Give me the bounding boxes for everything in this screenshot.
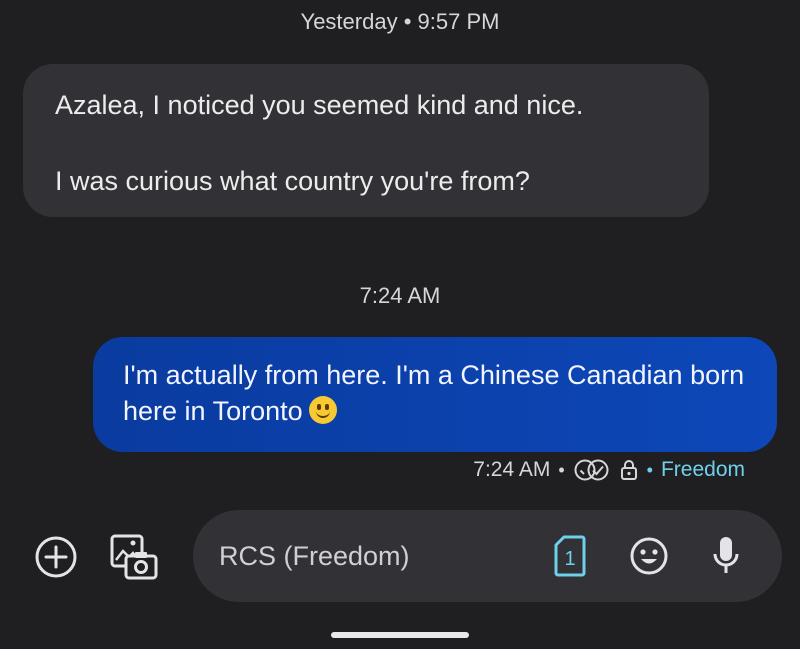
slightly-smiling-face-emoji-icon bbox=[308, 396, 337, 424]
status-separator: • bbox=[558, 459, 565, 480]
outgoing-message-text: I'm actually from here. I'm a Chinese Ca… bbox=[123, 360, 745, 426]
status-time: 7:24 AM bbox=[473, 458, 551, 481]
double-check-circle-icon bbox=[573, 458, 611, 482]
carrier-separator: • bbox=[646, 459, 653, 480]
home-indicator[interactable] bbox=[331, 632, 469, 638]
incoming-message-line-2: I was curious what country you're from? bbox=[55, 166, 530, 196]
message-status-line: 7:24 AM • • Freedom bbox=[473, 456, 745, 484]
emoji-icon[interactable] bbox=[629, 536, 669, 576]
conversation-screen: Yesterday • 9:57 PM Azalea, I noticed yo… bbox=[0, 0, 800, 649]
microphone-icon[interactable] bbox=[711, 534, 741, 578]
sim-card-icon[interactable]: 1 bbox=[553, 534, 587, 578]
lock-icon bbox=[619, 458, 639, 482]
add-circle-icon[interactable] bbox=[33, 534, 79, 580]
incoming-message-line-1: Azalea, I noticed you seemed kind and ni… bbox=[55, 90, 584, 120]
gallery-camera-icon[interactable] bbox=[108, 532, 160, 584]
carrier-label: Freedom bbox=[660, 458, 745, 481]
outgoing-message-bubble[interactable]: I'm actually from here. I'm a Chinese Ca… bbox=[93, 337, 777, 452]
message-input[interactable] bbox=[219, 536, 519, 576]
compose-bar: 1 bbox=[0, 510, 800, 602]
incoming-message-bubble[interactable]: Azalea, I noticed you seemed kind and ni… bbox=[23, 64, 709, 217]
sim-number: 1 bbox=[564, 548, 575, 570]
date-divider-yesterday: Yesterday • 9:57 PM bbox=[300, 9, 500, 34]
date-divider-today: 7:24 AM bbox=[359, 283, 441, 308]
compose-field-container[interactable]: 1 bbox=[193, 510, 782, 602]
